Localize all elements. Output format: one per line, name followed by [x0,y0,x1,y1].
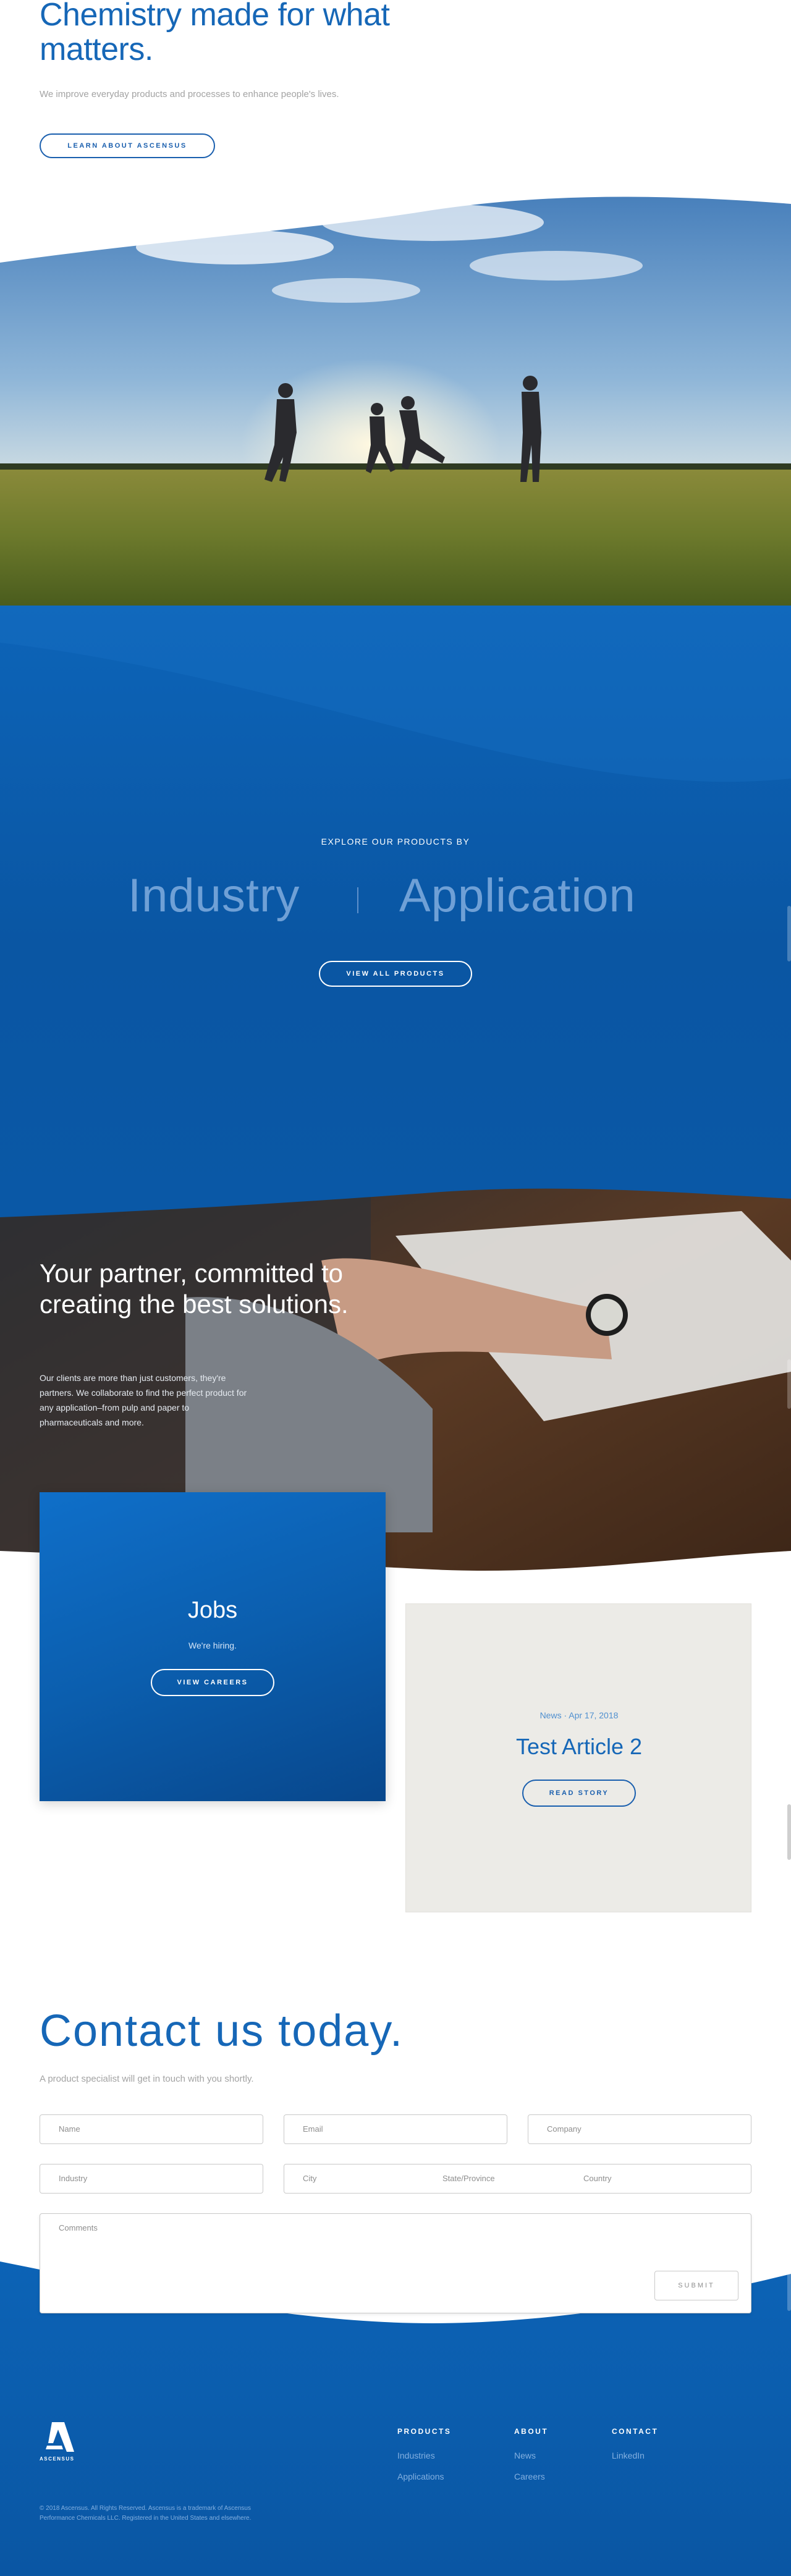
scroll-tab[interactable] [787,906,791,961]
state-field[interactable]: State/Province [442,2174,495,2183]
country-field[interactable]: Country [583,2174,612,2183]
email-placeholder: Email [303,2124,323,2134]
ascensus-logo[interactable]: ASCENSUS [40,2422,77,2462]
contact-subtitle: A product specialist will get in touch w… [40,2074,254,2084]
city-field[interactable]: City [303,2174,316,2183]
scroll-tab[interactable] [787,2255,791,2311]
hero-photo [0,173,791,630]
footer-products-heading: PRODUCTS [397,2427,452,2436]
company-field[interactable]: Company [528,2114,751,2144]
company-placeholder: Company [547,2124,582,2134]
name-field[interactable]: Name [40,2114,263,2144]
industry-select[interactable]: Industry [40,2164,263,2194]
logo-mark-icon [46,2422,74,2452]
footer-link-linkedin[interactable]: LinkedIn [612,2451,645,2460]
band-light-sweep [0,606,791,782]
view-all-products-button[interactable]: VIEW ALL PRODUCTS [319,961,472,987]
comments-placeholder: Comments [59,2223,98,2232]
category-divider [357,887,358,913]
legal-line-1: © 2018 Ascensus. All Rights Reserved. As… [40,2505,251,2512]
hero-subtitle: We improve everyday products and process… [40,89,339,99]
view-careers-button[interactable]: VIEW CAREERS [151,1669,274,1696]
name-placeholder: Name [59,2124,80,2134]
comments-field[interactable]: Comments SUBMIT [40,2213,751,2313]
contact-title: Contact us today. [40,2006,404,2056]
legal-line-2: Performance Chemicals LLC. Registered in… [40,2515,252,2522]
scroll-tab[interactable] [787,1359,791,1409]
footer-about-heading: ABOUT [514,2427,549,2436]
scroll-tab[interactable] [787,1804,791,1860]
email-field[interactable]: Email [284,2114,507,2144]
jobs-subtitle: We're hiring. [188,1641,237,1650]
footer-contact-heading: CONTACT [612,2427,659,2436]
submit-button[interactable]: SUBMIT [654,2271,738,2300]
jobs-card[interactable]: Jobs We're hiring. VIEW CAREERS [40,1492,386,1801]
footer-link-applications[interactable]: Applications [397,2472,444,2481]
article-meta: News · Apr 17, 2018 [539,1710,619,1720]
industry-placeholder: Industry [59,2174,88,2183]
learn-about-button[interactable]: LEARN ABOUT ASCENSUS [40,133,215,158]
footer-link-industries[interactable]: Industries [397,2451,435,2460]
explore-label: EXPLORE OUR PRODUCTS BY [321,837,470,847]
jobs-title: Jobs [187,1597,238,1623]
location-fields: City State/Province Country [284,2164,751,2194]
application-link[interactable]: Application [399,869,636,923]
article-card[interactable]: News · Apr 17, 2018 Test Article 2 READ … [405,1603,751,1912]
partner-body: Our clients are more than just customers… [40,1373,247,1427]
footer-link-careers[interactable]: Careers [514,2472,545,2481]
partner-title: Your partner, committed to creating the … [40,1259,349,1319]
article-title: Test Article 2 [515,1734,643,1759]
footer-link-news[interactable]: News [514,2451,536,2460]
industry-link[interactable]: Industry [128,869,300,923]
hero-title: Chemistry made for what matters. [40,0,390,67]
read-story-button[interactable]: READ STORY [522,1780,636,1807]
logo-wordmark: ASCENSUS [40,2456,75,2462]
